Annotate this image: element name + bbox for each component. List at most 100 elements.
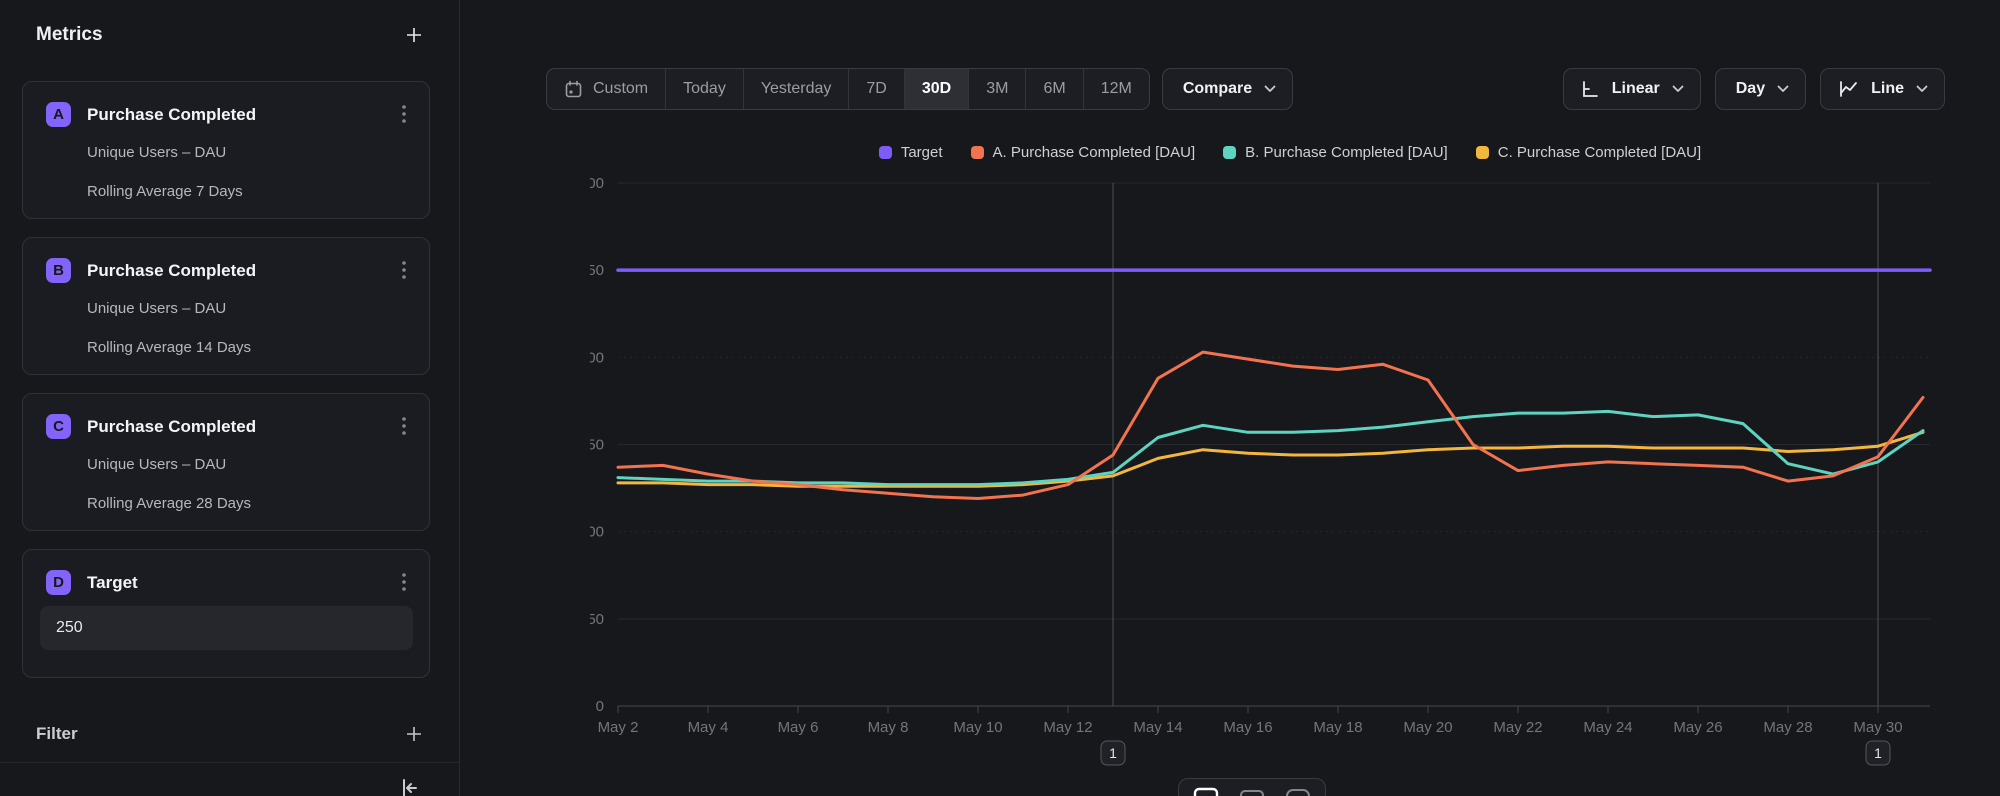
x-axis-label: May 28: [1763, 719, 1812, 736]
chevron-down-icon: [1264, 85, 1276, 93]
x-axis-label: May 6: [778, 719, 819, 736]
y-axis-label: 0: [596, 698, 604, 715]
compare-button[interactable]: Compare: [1162, 68, 1293, 110]
metric-measure: Unique Users – DAU: [87, 456, 226, 473]
legend-swatch-icon: [1476, 146, 1489, 159]
date-range-label: Today: [683, 80, 726, 98]
x-axis-label: May 10: [953, 719, 1002, 736]
metric-card-b[interactable]: B Purchase Completed Unique Users – DAU …: [22, 237, 430, 375]
metric-title: Purchase Completed: [87, 261, 256, 281]
legend-swatch-icon: [971, 146, 984, 159]
metric-badge: D: [46, 570, 71, 595]
axis-icon: [1580, 79, 1600, 99]
kebab-menu-icon: [393, 102, 415, 128]
legend-label: B. Purchase Completed [DAU]: [1245, 144, 1448, 161]
date-range-6m[interactable]: 6M: [1025, 69, 1082, 109]
y-axis-label: 300: [590, 175, 604, 192]
sidebar-divider: [0, 762, 460, 763]
collapse-left-icon: [398, 776, 422, 796]
date-range-label: 30D: [922, 80, 951, 98]
scale-select-button[interactable]: Linear: [1563, 68, 1701, 110]
chevron-down-icon: [1777, 85, 1789, 93]
x-axis-label: May 20: [1403, 719, 1452, 736]
chart-options-group: Linear Day Line: [1563, 68, 1945, 110]
target-title: Target: [87, 573, 138, 593]
x-axis-label: May 16: [1223, 719, 1272, 736]
chart-type-select-button[interactable]: Line: [1820, 68, 1945, 110]
legend-label: C. Purchase Completed [DAU]: [1498, 144, 1701, 161]
y-axis-label: 150: [590, 437, 604, 454]
y-axis-label: 200: [590, 349, 604, 366]
x-axis-label: May 24: [1583, 719, 1632, 736]
chart-type-label: Line: [1871, 80, 1904, 98]
metric-menu-button[interactable]: [393, 258, 415, 284]
legend-swatch-icon: [879, 146, 892, 159]
x-axis-label: May 4: [688, 719, 729, 736]
chevron-down-icon: [1916, 85, 1928, 93]
legend-item[interactable]: A. Purchase Completed [DAU]: [971, 144, 1196, 161]
metric-menu-button[interactable]: [393, 414, 415, 440]
plus-icon: [404, 25, 424, 45]
granularity-select-button[interactable]: Day: [1715, 68, 1806, 110]
date-range-custom[interactable]: Custom: [547, 69, 665, 109]
chart-size-medium-icon: [1239, 787, 1265, 796]
metric-transform: Rolling Average 14 Days: [87, 339, 251, 356]
legend-swatch-icon: [1223, 146, 1236, 159]
x-axis-label: May 22: [1493, 719, 1542, 736]
annotation-badge-label: 1: [1874, 745, 1882, 761]
date-range-7d[interactable]: 7D: [848, 69, 903, 109]
x-axis-label: May 12: [1043, 719, 1092, 736]
date-range-label: 6M: [1043, 80, 1065, 98]
metrics-header-row: Metrics: [36, 24, 424, 46]
line-chart: 050100150200250300May 2May 4May 6May 8Ma…: [590, 170, 1990, 796]
chart-size-small-icon: [1285, 787, 1311, 796]
filter-section-title: Filter: [36, 724, 78, 744]
chart-size-small-button[interactable]: [1285, 787, 1311, 796]
chart-toolbar: Custom Today Yesterday 7D 30D 3M 6M 12M Compare…: [546, 68, 1945, 110]
date-range-3m[interactable]: 3M: [968, 69, 1025, 109]
chart-legend: Target A. Purchase Completed [DAU] B. Pu…: [590, 144, 1990, 161]
filter-header-row: Filter: [36, 724, 424, 744]
chart-size-medium-button[interactable]: [1239, 787, 1265, 796]
annotation-badge-label: 1: [1109, 745, 1117, 761]
x-axis-label: May 14: [1133, 719, 1182, 736]
series-line-c: [618, 432, 1923, 486]
x-axis-label: May 18: [1313, 719, 1362, 736]
add-filter-button[interactable]: [404, 724, 424, 744]
legend-item[interactable]: B. Purchase Completed [DAU]: [1223, 144, 1448, 161]
metric-title: Purchase Completed: [87, 417, 256, 437]
metric-card-c[interactable]: C Purchase Completed Unique Users – DAU …: [22, 393, 430, 531]
chevron-down-icon: [1672, 85, 1684, 93]
legend-item[interactable]: C. Purchase Completed [DAU]: [1476, 144, 1701, 161]
kebab-menu-icon: [393, 414, 415, 440]
y-axis-label: 100: [590, 524, 604, 541]
kebab-menu-icon: [393, 570, 415, 596]
date-range-label: Custom: [593, 80, 648, 98]
calendar-icon: [564, 80, 583, 99]
metric-badge: C: [46, 414, 71, 439]
date-range-today[interactable]: Today: [665, 69, 743, 109]
collapse-sidebar-button[interactable]: [398, 776, 422, 796]
metric-menu-button[interactable]: [393, 102, 415, 128]
line-chart-icon: [1837, 79, 1859, 99]
date-range-yesterday[interactable]: Yesterday: [743, 69, 849, 109]
metric-badge: A: [46, 102, 71, 127]
date-range-label: 7D: [866, 80, 886, 98]
series-line-a: [618, 352, 1923, 498]
date-range-12m[interactable]: 12M: [1083, 69, 1149, 109]
add-metric-button[interactable]: [404, 25, 424, 45]
target-value-input[interactable]: [40, 606, 413, 650]
target-menu-button[interactable]: [393, 570, 415, 596]
metric-badge: B: [46, 258, 71, 283]
target-card[interactable]: D Target: [22, 549, 430, 678]
date-range-label: Yesterday: [761, 80, 832, 98]
legend-item[interactable]: Target: [879, 144, 943, 161]
toolbar-spacer: [1293, 68, 1563, 110]
metric-measure: Unique Users – DAU: [87, 300, 226, 317]
metric-card-a[interactable]: A Purchase Completed Unique Users – DAU …: [22, 81, 430, 219]
x-axis-label: May 2: [598, 719, 639, 736]
chart-size-large-button[interactable]: [1193, 787, 1219, 796]
kebab-menu-icon: [393, 258, 415, 284]
date-range-30d[interactable]: 30D: [904, 69, 968, 109]
metric-transform: Rolling Average 28 Days: [87, 495, 251, 512]
